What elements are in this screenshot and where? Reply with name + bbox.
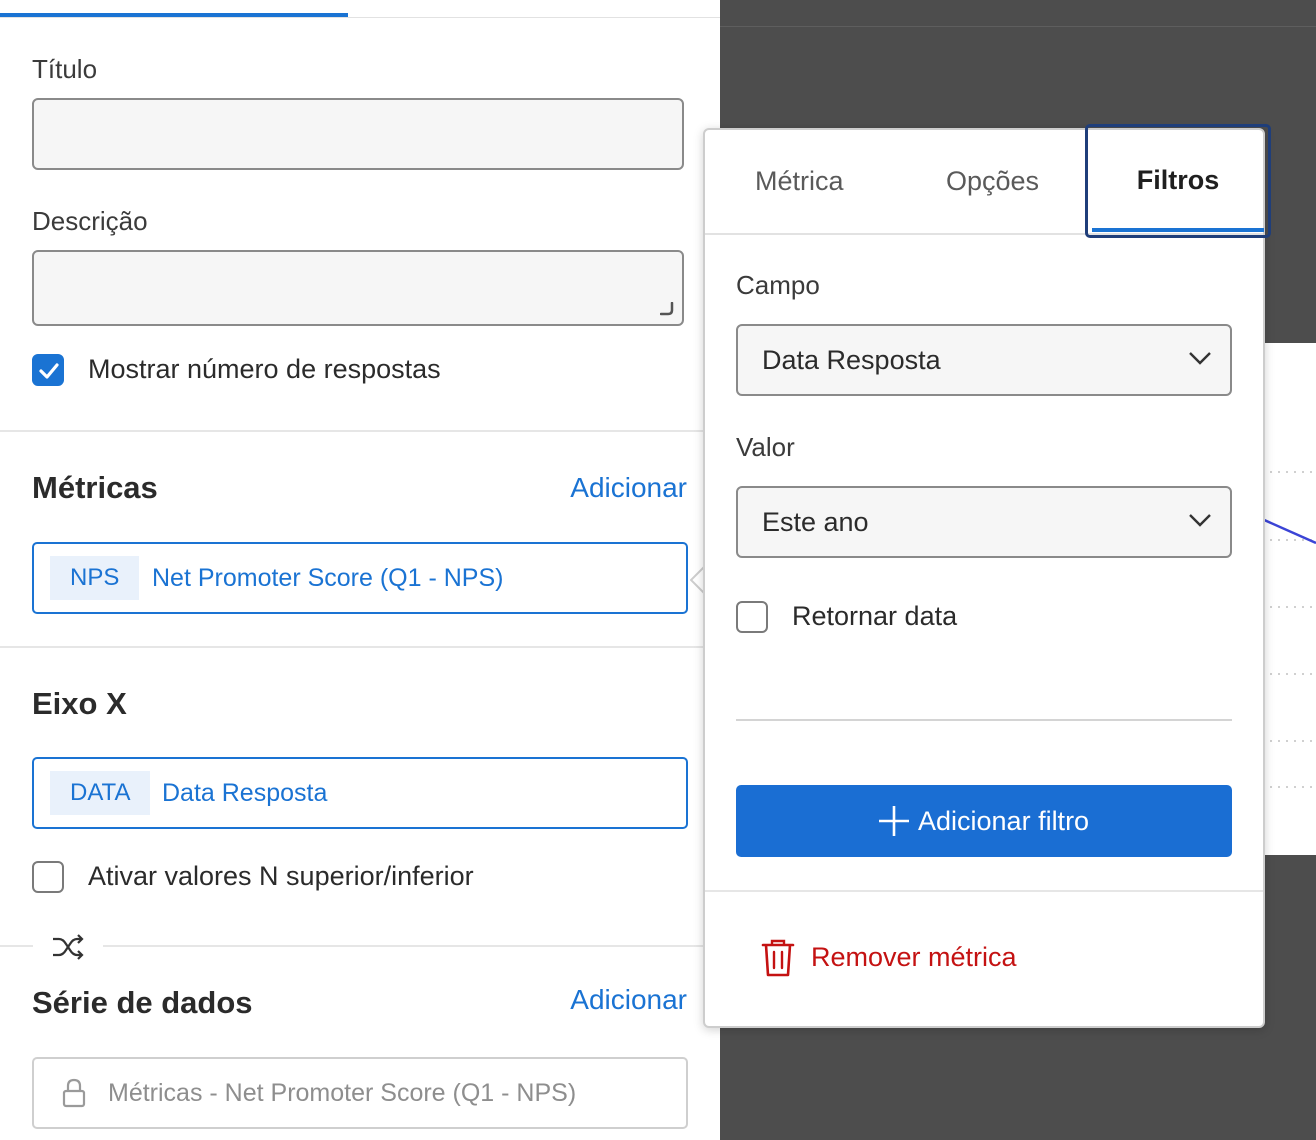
field-select[interactable]: Data Resposta [736,324,1232,396]
add-filter-button[interactable]: Adicionar filtro [736,785,1232,857]
tab-opcoes[interactable]: Opções [946,166,1039,197]
metric-type-tag: NPS [50,556,140,600]
section-divider [0,646,720,648]
description-label: Descrição [32,206,148,236]
x-axis-field-name: Data Resposta [162,779,328,807]
value-select-value: Este ano [762,507,869,537]
data-series-item: Métricas - Net Promoter Score (Q1 - NPS) [32,1057,688,1129]
tab-metrica[interactable]: Métrica [755,166,844,197]
field-select-value: Data Resposta [762,345,941,375]
data-series-value: Métricas - Net Promoter Score (Q1 - NPS) [108,1079,577,1107]
x-axis-heading: Eixo X [32,686,127,721]
value-label: Valor [736,432,795,462]
chevron-down-icon [1189,352,1211,365]
x-axis-item[interactable]: DATA Data Resposta [32,757,688,829]
metrics-heading: Métricas [32,470,158,505]
popover-footer-divider [705,890,1263,892]
title-input[interactable] [32,98,684,170]
canvas-border [720,26,1316,27]
top-n-checkbox[interactable] [32,861,64,893]
show-responses-checkbox[interactable] [32,354,64,386]
chart-preview-card [1262,343,1316,855]
top-n-label: Ativar valores N superior/inferior [88,861,474,891]
tab-bar-border [0,17,720,18]
shuffle-icon [53,934,84,960]
tab-filtros[interactable]: Filtros [1085,124,1271,238]
metric-name: Net Promoter Score (Q1 - NPS) [152,564,504,592]
title-label: Título [32,54,98,84]
resize-grip-icon[interactable] [660,302,674,316]
section-divider [0,945,720,947]
value-select[interactable]: Este ano [736,486,1232,558]
editor-panel: Título Descrição Mostrar número de respo… [0,0,720,1140]
add-filter-label: Adicionar filtro [918,806,1090,836]
x-axis-type-tag: DATA [50,771,151,815]
active-tab-indicator [1092,228,1264,232]
chevron-down-icon [1189,514,1211,527]
lock-icon [62,1078,86,1108]
section-divider [0,430,720,432]
return-date-label: Retornar data [792,601,958,631]
plus-icon [879,806,909,836]
field-label: Campo [736,270,820,300]
chart-preview-graphic [1262,471,1316,788]
data-series-heading: Série de dados [32,985,253,1020]
checkmark-icon [39,363,59,379]
tab-filtros-label: Filtros [1136,165,1220,195]
filter-separator [736,719,1232,721]
remove-metric-label: Remover métrica [811,942,1017,972]
metric-settings-popover: Métrica Opções Filtros Campo Data Respos… [703,124,1271,1028]
shuffle-button[interactable] [33,915,103,979]
add-data-series-link[interactable]: Adicionar [570,984,687,1016]
show-responses-label: Mostrar número de respostas [88,354,441,384]
add-metric-link[interactable]: Adicionar [570,472,687,504]
description-textarea[interactable] [32,250,684,326]
metric-item[interactable]: NPS Net Promoter Score (Q1 - NPS) [32,542,688,614]
trash-icon [761,939,795,977]
return-date-checkbox[interactable] [736,601,768,633]
